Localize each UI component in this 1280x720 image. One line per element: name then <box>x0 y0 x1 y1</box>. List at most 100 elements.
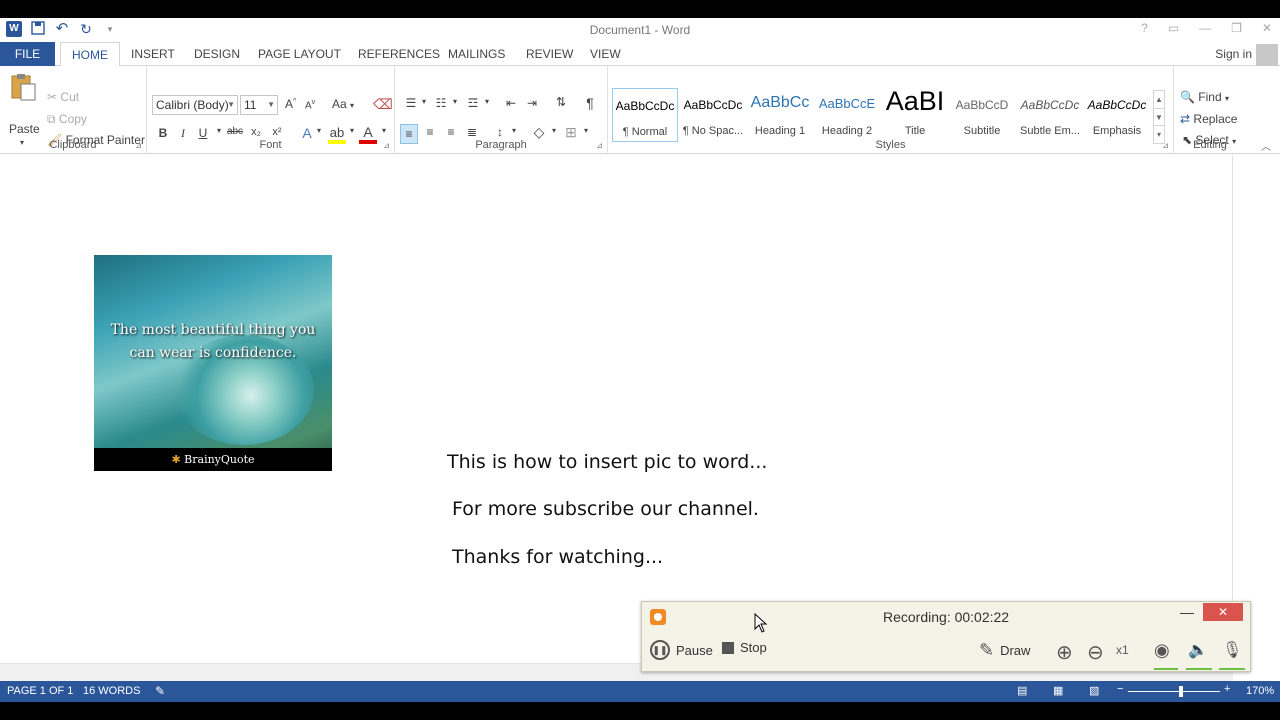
font-size-dropdown-icon: ▼ <box>267 100 275 109</box>
font-name-combo[interactable]: Calibri (Body) ▼ <box>152 95 238 115</box>
zoom-in-icon[interactable]: ⊕ <box>1056 640 1073 665</box>
microphone-icon[interactable]: 🎙 <box>1222 640 1242 660</box>
webcam-icon[interactable]: ◉ <box>1154 640 1170 661</box>
zoom-in-small-icon[interactable]: + <box>1224 683 1230 695</box>
font-launcher-icon[interactable]: ⊿ <box>383 141 390 150</box>
numbering-dropdown-icon[interactable]: ▾ <box>446 97 464 106</box>
editing-label: Editing <box>1193 139 1227 151</box>
superscript-icon[interactable]: x² <box>268 126 286 138</box>
stop-icon <box>722 641 734 654</box>
font-size-value: 11 <box>244 98 257 112</box>
tab-page-layout[interactable]: PAGE LAYOUT <box>258 42 341 66</box>
strikethrough-icon[interactable]: abc <box>226 126 244 137</box>
clipboard-launcher-icon[interactable]: ⊿ <box>135 141 142 150</box>
text-effects-dropdown-icon[interactable]: ▾ <box>310 126 328 135</box>
font-color-dropdown-icon[interactable]: ▾ <box>375 126 393 135</box>
style-heading-2[interactable]: AaBbCcE Heading 2 <box>814 88 880 142</box>
document-page[interactable]: The most beautiful thing you can wear is… <box>0 155 1233 663</box>
zoom-out-icon[interactable]: ⊖ <box>1087 640 1104 665</box>
subscript-icon[interactable]: x₂ <box>247 126 265 138</box>
change-case-label: Aa <box>332 97 347 111</box>
tab-home[interactable]: HOME <box>60 42 120 67</box>
doc-paragraph[interactable]: This is how to insert pic to word... <box>447 451 767 473</box>
shrink-font-icon[interactable]: Av <box>305 99 315 111</box>
bold-icon[interactable]: B <box>154 126 172 140</box>
style-subtitle[interactable]: AaBbCcD Subtitle <box>949 88 1015 142</box>
gallery-more-icon[interactable]: ▾ <box>1154 125 1164 142</box>
find-button[interactable]: 🔍 Find ▾ <box>1180 90 1229 104</box>
doc-paragraph[interactable]: For more subscribe our channel. <box>452 498 759 520</box>
increase-indent-icon[interactable]: ⇥ <box>523 96 541 110</box>
paste-icon[interactable] <box>8 72 38 102</box>
speaker-icon[interactable]: 🔈 <box>1188 640 1208 660</box>
page-count[interactable]: PAGE 1 OF 1 <box>7 685 73 697</box>
vertical-scrollbar[interactable] <box>1233 155 1280 663</box>
tab-mailings[interactable]: MAILINGS <box>448 42 505 66</box>
stop-button[interactable]: Stop <box>722 640 767 655</box>
draw-button[interactable]: ✎ Draw <box>979 640 1030 661</box>
tab-review[interactable]: REVIEW <box>526 42 573 66</box>
multilevel-dropdown-icon[interactable]: ▾ <box>478 97 496 106</box>
style-subtle-emphasis[interactable]: AaBbCcDc Subtle Em... <box>1017 88 1083 142</box>
line-spacing-dropdown-icon[interactable]: ▾ <box>505 126 523 135</box>
pause-button[interactable]: ❚❚ Pause <box>650 640 713 660</box>
zoom-slider[interactable] <box>1128 691 1220 692</box>
web-layout-icon[interactable]: ▧ <box>1089 684 1099 697</box>
style-preview: AaBI <box>885 86 945 116</box>
sort-icon[interactable]: ⇅ <box>552 95 570 109</box>
recording-status: Recording: 00:02:22 <box>883 609 1010 625</box>
zoom-percent[interactable]: 170% <box>1246 685 1274 697</box>
style-emphasis[interactable]: AaBbCcDc Emphasis <box>1084 88 1150 142</box>
zoom-slider-thumb[interactable] <box>1179 686 1183 697</box>
print-layout-icon[interactable]: ▦ <box>1053 684 1063 697</box>
shading-dropdown-icon[interactable]: ▾ <box>545 126 563 135</box>
style-preview: AaBbCcD <box>955 98 1009 112</box>
tab-references[interactable]: REFERENCES <box>358 42 440 66</box>
grow-font-icon[interactable]: A^ <box>285 97 296 111</box>
collapse-ribbon-icon[interactable]: ︿ <box>1261 138 1271 153</box>
paste-button[interactable]: Paste <box>9 122 40 136</box>
style-heading-1[interactable]: AaBbCc Heading 1 <box>747 88 813 142</box>
tab-file[interactable]: FILE <box>0 42 55 66</box>
stop-label: Stop <box>740 640 767 655</box>
recorder-close-icon[interactable]: ✕ <box>1203 603 1243 621</box>
doc-paragraph[interactable]: Thanks for watching... <box>452 546 663 568</box>
inserted-picture[interactable]: The most beautiful thing you can wear is… <box>94 255 332 471</box>
replace-button[interactable]: ⇄ Replace <box>1180 112 1237 126</box>
style-gallery-scroll[interactable]: ▲ ▼ ▾ <box>1153 90 1165 144</box>
close-icon[interactable]: ✕ <box>1262 21 1272 35</box>
paragraph-launcher-icon[interactable]: ⊿ <box>596 141 603 150</box>
gallery-down-icon[interactable]: ▼ <box>1154 108 1164 125</box>
recorder-minimize-icon[interactable]: — <box>1180 604 1194 620</box>
style-no-spacing[interactable]: AaBbCcDc ¶ No Spac... <box>680 88 746 142</box>
copy-button[interactable]: ⧉ Copy <box>47 112 87 127</box>
zoom-out-small-icon[interactable]: − <box>1117 683 1123 695</box>
tab-view[interactable]: VIEW <box>590 42 621 66</box>
align-right-icon[interactable]: ≡ <box>442 125 460 139</box>
justify-icon[interactable]: ≣ <box>463 125 481 139</box>
avatar[interactable] <box>1256 44 1278 66</box>
help-icon[interactable]: ? <box>1141 21 1148 35</box>
sign-in-link[interactable]: Sign in <box>1215 42 1252 66</box>
align-center-icon[interactable]: ≡ <box>421 125 439 139</box>
font-size-combo[interactable]: 11 ▼ <box>240 95 278 115</box>
clear-formatting-icon[interactable]: ⌫ <box>373 96 393 113</box>
bullets-dropdown-icon[interactable]: ▾ <box>415 97 433 106</box>
ribbon-display-icon[interactable]: ▭ <box>1168 21 1179 35</box>
show-formatting-icon[interactable]: ¶ <box>581 95 599 111</box>
proofing-icon[interactable]: ✎ <box>155 684 165 698</box>
style-title[interactable]: AaBI Title <box>882 86 948 142</box>
style-normal[interactable]: AaBbCcDc ¶ Normal <box>612 88 678 142</box>
word-count[interactable]: 16 WORDS <box>83 685 140 697</box>
gallery-up-icon[interactable]: ▲ <box>1154 91 1164 108</box>
restore-icon[interactable]: ❐ <box>1231 21 1242 35</box>
minimize-icon[interactable]: — <box>1199 21 1211 35</box>
change-case-button[interactable]: Aa ▾ <box>332 97 354 111</box>
style-name: Title <box>904 125 926 137</box>
tab-insert[interactable]: INSERT <box>131 42 175 66</box>
cut-button[interactable]: ✂ Cut <box>47 90 79 104</box>
decrease-indent-icon[interactable]: ⇤ <box>502 96 520 110</box>
borders-dropdown-icon[interactable]: ▾ <box>577 126 595 135</box>
tab-design[interactable]: DESIGN <box>194 42 240 66</box>
read-mode-icon[interactable]: ▤ <box>1017 684 1027 697</box>
